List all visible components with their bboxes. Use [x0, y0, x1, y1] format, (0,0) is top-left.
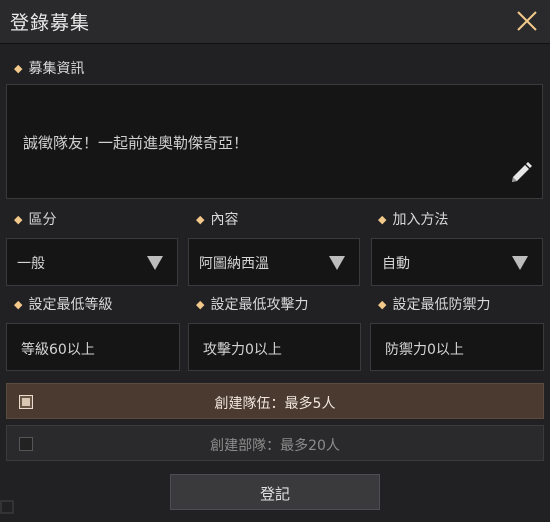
recruit-dialog: 登錄募集 ◆ 募集資訊 誠徵隊友！一起前進奧勒傑奇亞！ ◆ 區分 ◆ 內容 ◆ 加入方法… — [0, 0, 550, 522]
join-method-label: ◆ 加入方法 — [378, 209, 448, 229]
min-defense-value: 防禦力0以上 — [385, 342, 464, 358]
diamond-icon: ◆ — [378, 298, 387, 311]
min-defense-label: ◆ 設定最低防禦力 — [378, 294, 490, 314]
content-label: ◆ 內容 — [196, 209, 238, 229]
info-label-text: 募集資訊 — [28, 61, 85, 77]
dialog-title: 登錄募集 — [10, 12, 91, 34]
diamond-icon: ◆ — [378, 213, 387, 226]
register-button[interactable]: 登記 — [170, 474, 380, 510]
diamond-icon: ◆ — [14, 62, 23, 75]
dropdown-arrow-icon — [329, 256, 345, 270]
diamond-icon: ◆ — [196, 213, 205, 226]
join-method-select[interactable]: 自動 — [371, 238, 543, 286]
min-attack-label-text: 設定最低攻擊力 — [210, 297, 309, 313]
min-attack-value: 攻擊力0以上 — [203, 342, 282, 358]
min-level-label: ◆ 設定最低等級 — [14, 294, 112, 314]
min-defense-field[interactable]: 防禦力0以上 — [370, 323, 544, 371]
min-level-field[interactable]: 等級60以上 — [6, 323, 180, 371]
content-value: 阿圖納西溫 — [199, 256, 269, 272]
recruit-info-text: 誠徵隊友！一起前進奧勒傑奇亞！ — [23, 134, 249, 152]
info-section-label: ◆ 募集資訊 — [14, 58, 84, 78]
diamond-icon: ◆ — [196, 298, 205, 311]
create-team-label: 創建隊伍：最多5人 — [214, 396, 336, 412]
diamond-icon: ◆ — [14, 298, 23, 311]
join-method-value: 自動 — [382, 256, 410, 272]
create-squad-label: 創建部隊：最多20人 — [210, 438, 340, 454]
min-level-label-text: 設定最低等級 — [28, 297, 113, 313]
pencil-icon[interactable] — [508, 160, 534, 186]
min-attack-field[interactable]: 攻擊力0以上 — [188, 323, 361, 371]
category-label: ◆ 區分 — [14, 209, 56, 229]
recruit-info-box[interactable]: 誠徵隊友！一起前進奧勒傑奇亞！ — [6, 84, 543, 199]
category-label-text: 區分 — [28, 212, 57, 228]
dropdown-arrow-icon — [147, 256, 163, 270]
join-method-label-text: 加入方法 — [392, 212, 449, 228]
category-value: 一般 — [17, 256, 45, 272]
content-label-text: 內容 — [210, 212, 239, 228]
title-bar: 登錄募集 — [0, 0, 550, 44]
register-button-label: 登記 — [259, 485, 290, 503]
category-select[interactable]: 一般 — [6, 238, 178, 286]
close-icon[interactable] — [514, 8, 540, 34]
content-select[interactable]: 阿圖納西溫 — [188, 238, 360, 286]
diamond-icon: ◆ — [14, 213, 23, 226]
create-squad-option[interactable]: 創建部隊：最多20人 — [6, 425, 544, 461]
create-team-option[interactable]: 創建隊伍：最多5人 — [6, 383, 544, 419]
min-defense-label-text: 設定最低防禦力 — [392, 297, 491, 313]
min-attack-label: ◆ 設定最低攻擊力 — [196, 294, 308, 314]
min-level-value: 等級60以上 — [21, 342, 95, 358]
corner-decoration-icon — [0, 500, 14, 514]
dropdown-arrow-icon — [512, 256, 528, 270]
